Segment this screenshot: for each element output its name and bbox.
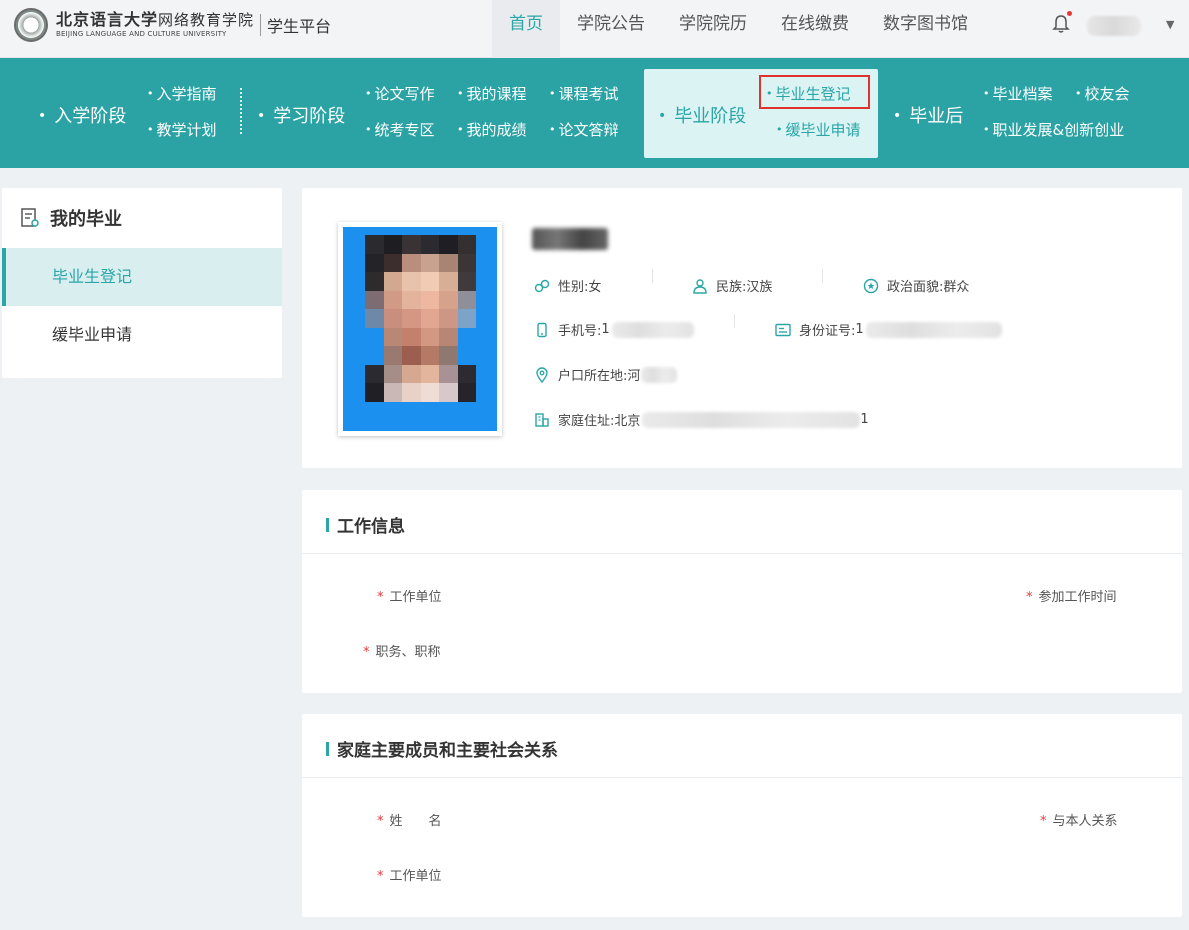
logo-english-name: BEIJING LANGUAGE AND CULTURE UNIVERSITY — [56, 30, 227, 38]
sidebar-item-defer-graduation[interactable]: 缓毕业申请 — [2, 306, 282, 364]
gender-info: 性别: 女 — [534, 276, 601, 295]
sub-my-courses[interactable]: 我的课程 — [457, 83, 527, 104]
profile-card: 性别: 女 民族: 汉族 政治面貌: 群众 手机号: 1 身份证号: 1 户口所在地: 河 … — [302, 188, 1182, 468]
username-redacted[interactable] — [1087, 16, 1141, 36]
student-name-redacted — [532, 228, 608, 250]
family-card: 家庭主要成员和主要社会关系 * 姓 名 * 与本人关系 * 工作单位 — [302, 714, 1182, 917]
field-work-start-time: * 参加工作时间 — [1026, 590, 1117, 605]
building-icon — [535, 412, 549, 427]
work-info-card: 工作信息 * 工作单位 * 参加工作时间 * 职务、职称 — [302, 490, 1182, 693]
sub-teaching-plan[interactable]: 教学计划 — [147, 119, 217, 140]
highlight-box — [759, 75, 870, 109]
sub-graduate-archive[interactable]: 毕业档案 — [983, 83, 1053, 104]
person-icon — [693, 278, 707, 294]
sub-thesis-defense[interactable]: 论文答辩 — [549, 119, 619, 140]
university-seal-icon — [14, 8, 48, 42]
stage-divider — [240, 88, 242, 134]
hukou-info: 户口所在地: 河 — [534, 365, 678, 384]
notification-dot — [1067, 11, 1072, 16]
sub-thesis-writing[interactable]: 论文写作 — [365, 83, 435, 104]
political-info: 政治面貌: 群众 — [863, 276, 969, 295]
bell-icon[interactable] — [1052, 14, 1070, 34]
id-card-icon — [775, 323, 791, 336]
nav-home[interactable]: 首页 — [492, 0, 560, 58]
logo-school-name: 网络教育学院 — [158, 11, 255, 29]
field-work-unit: * 工作单位 — [377, 590, 442, 605]
profile-photo — [338, 222, 502, 436]
caret-down-icon[interactable]: ▼ — [1166, 18, 1174, 31]
divider — [302, 553, 1182, 554]
phone-icon — [537, 322, 547, 337]
sub-unified-exam[interactable]: 统考专区 — [365, 119, 435, 140]
work-section-title: 工作信息 — [326, 512, 405, 537]
id-card-redacted — [865, 321, 1002, 338]
platform-name: 学生平台 — [267, 17, 332, 36]
gender-icon — [534, 279, 550, 292]
ethnicity-info: 民族: 汉族 — [692, 276, 772, 295]
top-nav: 首页 学院公告 学院院历 在线缴费 数字图书馆 — [492, 0, 985, 58]
sidebar-item-graduate-register[interactable]: 毕业生登记 — [2, 248, 282, 306]
logo-university-name: 北京语言大学 — [56, 10, 159, 29]
photo-mosaic — [365, 235, 476, 402]
address-info: 家庭住址: 北京 1 — [534, 410, 869, 429]
document-icon — [21, 208, 39, 227]
stage-enroll[interactable]: 入学阶段 — [38, 102, 126, 128]
stage-graduate[interactable]: 毕业阶段 — [658, 102, 746, 128]
star-badge-icon — [863, 278, 879, 293]
sub-my-grades[interactable]: 我的成绩 — [457, 119, 527, 140]
sub-career[interactable]: 职业发展&创新创业 — [983, 119, 1125, 140]
id-card-info: 身份证号: 1 — [775, 320, 1002, 339]
field-relation: * 与本人关系 — [1040, 814, 1118, 829]
stage-nav-band: 入学阶段 入学指南 教学计划 学习阶段 论文写作 我的课程 课程考试 统考专区 … — [0, 58, 1189, 168]
sub-course-exam[interactable]: 课程考试 — [549, 83, 619, 104]
hukou-redacted — [641, 366, 678, 383]
sidebar: 我的毕业 毕业生登记 缓毕业申请 — [2, 188, 282, 378]
university-logo[interactable]: 北京语言大学网络教育学院 BEIJING LANGUAGE AND CULTUR… — [14, 8, 331, 42]
nav-payment[interactable]: 在线缴费 — [764, 0, 866, 58]
family-section-title: 家庭主要成员和主要社会关系 — [326, 736, 558, 761]
nav-library[interactable]: 数字图书馆 — [866, 0, 985, 58]
stage-study[interactable]: 学习阶段 — [257, 102, 345, 128]
top-bar: 北京语言大学网络教育学院 BEIJING LANGUAGE AND CULTUR… — [0, 0, 1189, 58]
sidebar-header: 我的毕业 — [20, 205, 122, 231]
stage-after-graduation[interactable]: 毕业后 — [893, 102, 963, 128]
location-pin-icon — [536, 366, 548, 383]
sub-defer-graduation[interactable]: 缓毕业申请 — [776, 119, 861, 140]
nav-announcements[interactable]: 学院公告 — [560, 0, 662, 58]
divider — [302, 777, 1182, 778]
field-member-work-unit: * 工作单位 — [377, 869, 442, 884]
sub-enroll-guide[interactable]: 入学指南 — [147, 83, 217, 104]
address-redacted — [642, 411, 861, 428]
logo-divider — [260, 14, 262, 36]
phone-redacted — [611, 321, 694, 338]
sidebar-title: 我的毕业 — [50, 209, 122, 230]
phone-info: 手机号: 1 — [534, 320, 694, 339]
sub-alumni[interactable]: 校友会 — [1075, 83, 1130, 104]
nav-calendar[interactable]: 学院院历 — [662, 0, 764, 58]
field-job-title: * 职务、职称 — [363, 645, 441, 660]
field-member-name: * 姓 名 — [377, 814, 442, 829]
